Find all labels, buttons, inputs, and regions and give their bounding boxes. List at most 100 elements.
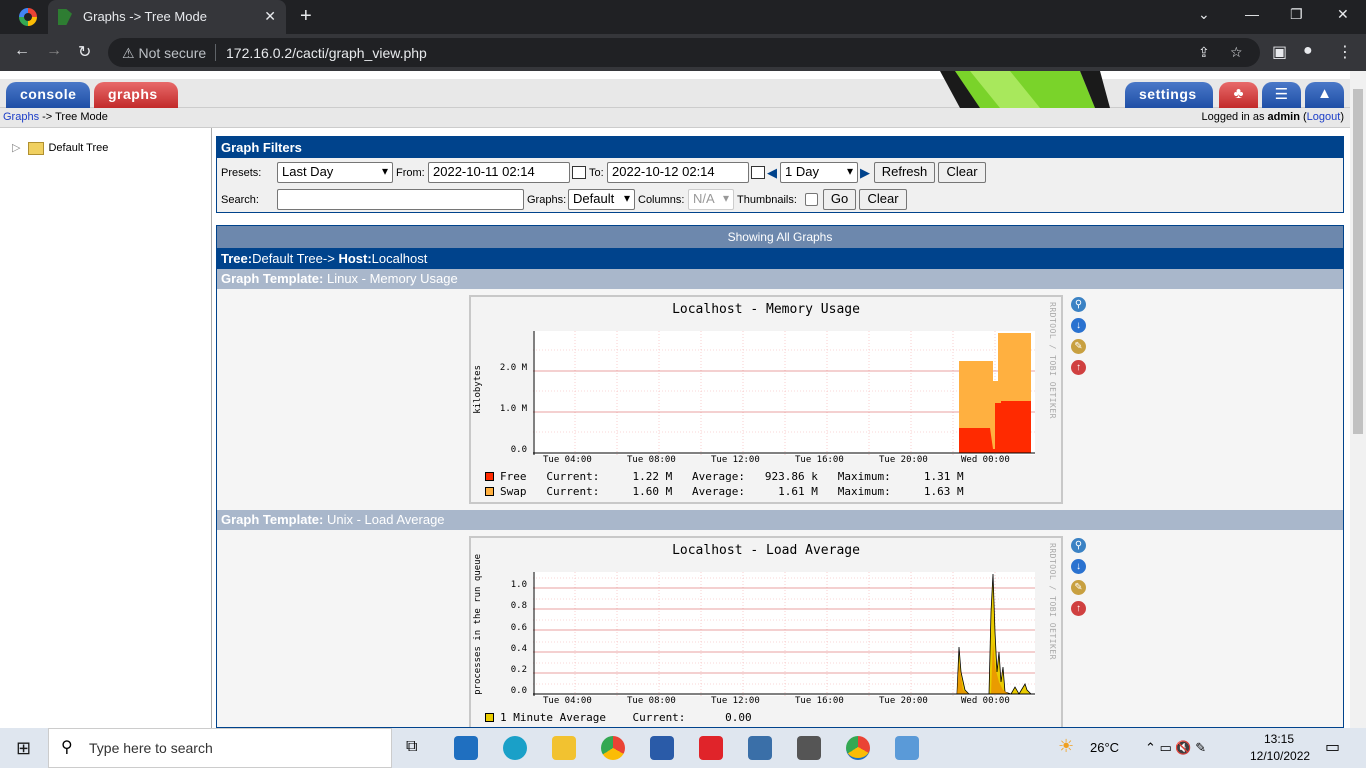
mail-app-icon[interactable] <box>454 736 478 760</box>
taskbar-search[interactable]: ⚲ Type here to search <box>48 728 392 768</box>
to-date-input[interactable]: 2022-10-12 02:14 <box>607 162 749 183</box>
weather-icon[interactable]: ☀ <box>1058 736 1074 757</box>
columns-select[interactable]: N/A <box>688 189 734 210</box>
forward-arrow-icon[interactable]: → <box>46 42 62 60</box>
graph-row-memory: Localhost - Memory Usage RRDTOOL / TOBI … <box>217 289 1343 510</box>
address-bar[interactable]: ⚠ Not secure 172.16.0.2/cacti/graph_view… <box>108 38 1260 67</box>
cacti-logo <box>940 71 1110 108</box>
minimize-button[interactable]: — <box>1245 6 1259 22</box>
breadcrumb-graphs-link[interactable]: Graphs <box>3 111 39 123</box>
reload-icon[interactable]: ↻ <box>78 42 91 62</box>
realtime-icon[interactable]: ↑ <box>1071 601 1086 616</box>
shift-right-icon[interactable]: ▶ <box>860 165 870 181</box>
thumbnails-label: Thumbnails: <box>737 194 797 206</box>
task-view-icon[interactable]: ⧉ <box>406 738 417 756</box>
tree-node-label[interactable]: Default Tree <box>48 142 108 154</box>
legend-text: 1 Minute Average Current: 0.00 <box>500 711 752 724</box>
from-label: From: <box>396 167 425 179</box>
export-icon[interactable]: ↓ <box>1071 318 1086 333</box>
url-text[interactable]: 172.16.0.2/cacti/graph_view.php <box>226 45 427 61</box>
y-tick: 0.0 <box>510 686 527 696</box>
clear-search-button[interactable]: Clear <box>859 189 907 210</box>
virtualbox-icon[interactable] <box>748 736 772 760</box>
zoom-icon[interactable]: ⚲ <box>1071 297 1086 312</box>
logout-link[interactable]: Logout <box>1307 111 1341 123</box>
profile-avatar-icon[interactable]: ● <box>1303 42 1313 60</box>
timespan-select[interactable]: 1 Day <box>780 162 858 183</box>
chrome-app-icon[interactable] <box>601 736 625 760</box>
tab-settings[interactable]: settings <box>1125 82 1213 108</box>
tree-node-default[interactable]: ▷ Default Tree <box>12 141 108 155</box>
export-icon[interactable]: ↓ <box>1071 559 1086 574</box>
legend-swatch <box>485 472 494 481</box>
url-divider <box>215 44 216 61</box>
legend-1min: 1 Minute Average Current: 0.00 <box>485 711 752 724</box>
chrome-active-icon[interactable] <box>846 736 870 760</box>
legend-swatch <box>485 713 494 722</box>
x-tick: Tue 12:00 <box>711 455 760 465</box>
calendar-from-icon[interactable] <box>572 166 586 179</box>
wps-office-icon[interactable] <box>699 736 723 760</box>
store-app-icon[interactable] <box>650 736 674 760</box>
zoom-icon[interactable]: ⚲ <box>1071 538 1086 553</box>
x-tick: Tue 08:00 <box>627 455 676 465</box>
warning-icon[interactable]: ⚠ Not secure <box>122 45 206 62</box>
memory-usage-graph[interactable]: Localhost - Memory Usage RRDTOOL / TOBI … <box>469 295 1063 504</box>
breadcrumb-current: Tree Mode <box>55 111 108 123</box>
tree-expand-icon[interactable]: ▷ <box>12 142 20 154</box>
memory-plot-area <box>533 331 1035 455</box>
shift-left-icon[interactable]: ◀ <box>767 165 777 181</box>
clock-date[interactable]: 12/10/2022 <box>1250 749 1310 763</box>
scrollbar-thumb[interactable] <box>1353 89 1363 434</box>
browser-tabstrip: Graphs -> Tree Mode ✕ + ⌄ — ❐ ✕ <box>0 0 1366 34</box>
from-date-input[interactable]: 2022-10-11 02:14 <box>428 162 570 183</box>
properties-wrench-icon[interactable]: ✎ <box>1071 580 1086 595</box>
tab-graphs[interactable]: graphs <box>94 82 178 108</box>
edge-app-icon[interactable] <box>503 736 527 760</box>
browser-tab-active[interactable]: Graphs -> Tree Mode ✕ <box>48 0 286 34</box>
file-explorer-icon[interactable] <box>552 736 576 760</box>
go-button[interactable]: Go <box>823 189 856 210</box>
restore-button[interactable]: ❐ <box>1290 6 1303 23</box>
weather-temp[interactable]: 26°C <box>1090 740 1119 755</box>
remote-desktop-icon[interactable] <box>895 736 919 760</box>
breadcrumb-sep: -> <box>39 111 56 123</box>
presets-select[interactable]: Last Day <box>277 162 393 183</box>
new-tab-button[interactable]: + <box>300 5 312 28</box>
settings-gear-icon[interactable] <box>797 736 821 760</box>
menu-dots-icon[interactable]: ⋮ <box>1337 42 1353 62</box>
thumbnails-checkbox[interactable] <box>805 193 818 206</box>
bookmark-star-icon[interactable]: ☆ <box>1230 44 1243 61</box>
load-average-graph[interactable]: Localhost - Load Average RRDTOOL / TOBI … <box>469 536 1063 727</box>
close-window-button[interactable]: ✕ <box>1337 6 1349 23</box>
share-icon[interactable]: ⇪ <box>1198 44 1210 61</box>
tab-close-icon[interactable]: ✕ <box>264 8 276 25</box>
page-scrollbar[interactable] <box>1350 71 1366 728</box>
legend-swatch <box>485 487 494 496</box>
tree-view-icon[interactable]: ♣ <box>1219 82 1258 108</box>
list-view-icon[interactable]: ☰ <box>1262 82 1301 108</box>
tab-search-chevron-icon[interactable]: ⌄ <box>1198 6 1210 23</box>
chrome-profile-icon[interactable] <box>19 8 37 26</box>
columns-label: Columns: <box>638 194 685 206</box>
graph-list: Showing All Graphs Tree:Default Tree-> H… <box>216 225 1344 728</box>
windows-taskbar: ⊞ ⚲ Type here to search ⧉ ☀ 26°C ⌃ ▭ 🔇 ✎… <box>0 728 1366 768</box>
search-input[interactable] <box>277 189 524 210</box>
browser-toolbar: ← → ↻ ⚠ Not secure 172.16.0.2/cacti/grap… <box>0 34 1366 71</box>
calendar-to-icon[interactable] <box>751 166 765 179</box>
notifications-icon[interactable]: ▭ <box>1325 737 1340 757</box>
realtime-icon[interactable]: ↑ <box>1071 360 1086 375</box>
legend-text: Free Current: 1.22 M Average: 923.86 k M… <box>500 470 964 483</box>
graphs-select[interactable]: Default <box>568 189 635 210</box>
windows-start-icon[interactable]: ⊞ <box>16 738 31 759</box>
y-tick: 0.6 <box>510 623 527 633</box>
properties-wrench-icon[interactable]: ✎ <box>1071 339 1086 354</box>
tab-console[interactable]: console <box>6 82 90 108</box>
side-panel-icon[interactable]: ▣ <box>1272 42 1287 62</box>
clock-time[interactable]: 13:15 <box>1264 732 1294 746</box>
refresh-button[interactable]: Refresh <box>874 162 935 183</box>
preview-view-icon[interactable]: ▲ <box>1305 82 1344 108</box>
clear-button[interactable]: Clear <box>938 162 986 183</box>
tray-icons[interactable]: ⌃ ▭ 🔇 ✎ <box>1145 740 1206 756</box>
back-arrow-icon[interactable]: ← <box>14 42 30 60</box>
